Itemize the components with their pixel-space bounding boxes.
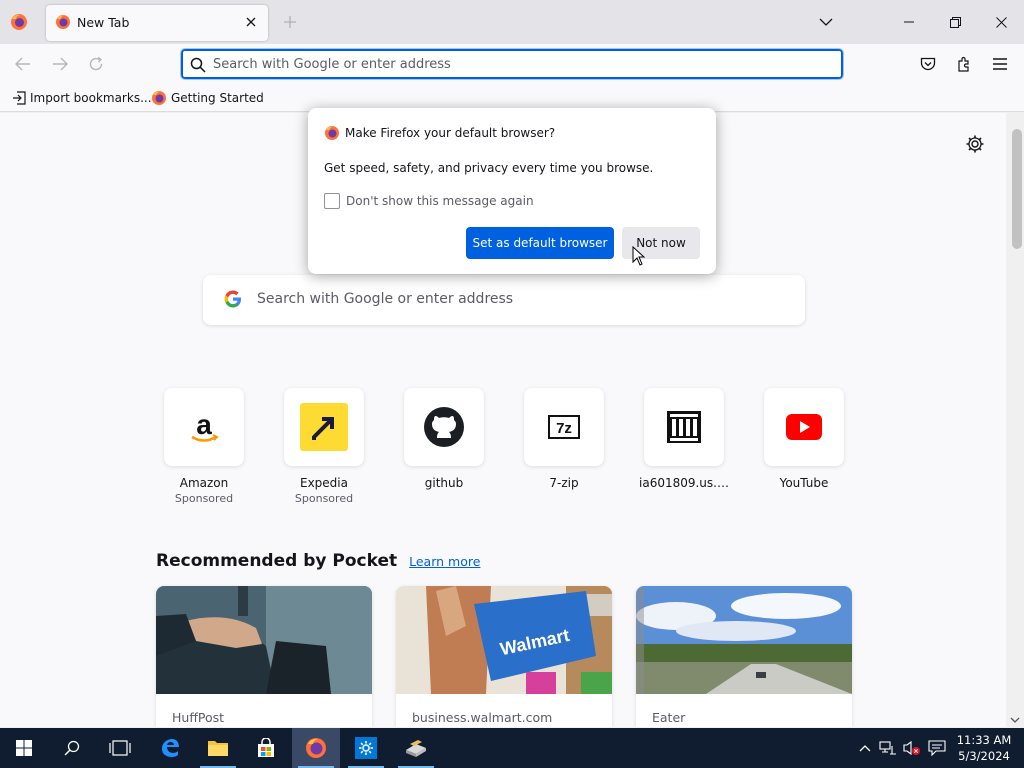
file-explorer-icon[interactable]	[194, 728, 242, 768]
newtab-search-box[interactable]: Search with Google or enter address	[203, 275, 805, 325]
google-icon	[224, 290, 241, 308]
dont-show-again-checkbox[interactable]: Don't show this message again	[324, 193, 534, 209]
checkbox-box[interactable]	[324, 193, 340, 209]
firefox-icon	[325, 126, 339, 140]
firefox-icon[interactable]	[10, 13, 28, 31]
settings-icon[interactable]	[342, 728, 390, 768]
restore-icon[interactable]	[940, 8, 970, 36]
dialog-body: Get speed, safety, and privacy every tim…	[324, 161, 654, 175]
top-site-tile[interactable]: github	[399, 388, 489, 490]
tab-new-tab[interactable]: New Tab	[46, 5, 268, 41]
address-bar[interactable]	[180, 48, 844, 80]
card-thumbnail: Walmart	[396, 586, 612, 694]
top-sites: a Amazon Sponsored Expedia Sponsored git…	[160, 388, 860, 518]
card-source: HuffPost	[172, 710, 225, 725]
top-site-label: 7-zip	[549, 476, 579, 490]
navigation-toolbar	[0, 44, 1024, 84]
bookmark-getting-started[interactable]: Getting Started	[151, 89, 264, 107]
task-view-icon[interactable]	[96, 728, 144, 768]
card-thumbnail	[156, 586, 372, 694]
firefox-icon	[56, 15, 70, 29]
top-site-label: Expedia	[300, 476, 348, 490]
top-site-tile[interactable]: Expedia Sponsored	[279, 388, 369, 505]
svg-text:7z: 7z	[556, 420, 572, 437]
top-site-label: Amazon	[179, 476, 229, 490]
chevron-down-icon[interactable]	[816, 12, 836, 32]
close-icon[interactable]	[242, 13, 260, 31]
search-icon	[190, 57, 206, 73]
scrollbar[interactable]	[1006, 113, 1024, 727]
archive-icon	[667, 411, 701, 443]
network-icon[interactable]	[878, 738, 898, 758]
chevron-down-icon[interactable]	[1010, 715, 1020, 725]
card-thumbnail	[636, 586, 852, 694]
github-icon	[424, 407, 464, 447]
scrollbar-thumb[interactable]	[1012, 129, 1022, 249]
learn-more-link[interactable]: Learn more	[409, 554, 480, 569]
windows-start-icon[interactable]	[0, 728, 48, 768]
pocket-cards: HuffPost Walmart business.walmart.com Ea…	[156, 586, 856, 727]
forward-arrow-icon[interactable]	[50, 54, 70, 74]
card-source: Eater	[652, 710, 686, 725]
svg-text:a: a	[196, 409, 212, 440]
gear-icon[interactable]	[965, 134, 985, 154]
7zip-icon: 7z	[548, 415, 580, 439]
clock-date: 5/3/2024	[958, 749, 1010, 763]
back-arrow-icon[interactable]	[13, 54, 33, 74]
pocket-heading: Recommended by Pocket	[156, 551, 398, 571]
card-source: business.walmart.com	[412, 710, 553, 725]
store-icon[interactable]	[242, 728, 290, 768]
dialog-title: Make Firefox your default browser?	[345, 126, 556, 140]
app-icon[interactable]	[392, 728, 440, 768]
reload-icon[interactable]	[86, 54, 106, 74]
top-site-label: github	[424, 476, 464, 490]
mouse-cursor-icon	[632, 246, 646, 266]
import-icon	[13, 91, 26, 105]
chevron-up-icon[interactable]	[855, 738, 875, 758]
pocket-card[interactable]: Walmart business.walmart.com	[396, 586, 612, 727]
top-site-tile[interactable]: 7z 7-zip	[519, 388, 609, 490]
bookmark-import[interactable]: Import bookmarks...	[12, 89, 152, 107]
top-site-tile[interactable]: YouTube	[759, 388, 849, 490]
tab-strip: New Tab	[0, 0, 1024, 44]
notification-icon[interactable]	[927, 738, 947, 758]
top-site-label: YouTube	[779, 476, 829, 490]
firefox-icon	[152, 91, 166, 105]
set-default-button[interactable]: Set as default browser	[466, 227, 614, 259]
tab-title: New Tab	[77, 15, 130, 30]
extensions-icon[interactable]	[954, 54, 974, 74]
bookmark-label: Import bookmarks...	[30, 91, 152, 105]
pocket-header: Recommended by Pocket Learn more	[156, 551, 480, 571]
search-icon[interactable]	[48, 728, 96, 768]
top-site-label: ia601809.us.arc...	[639, 476, 729, 490]
checkbox-label: Don't show this message again	[346, 194, 534, 208]
top-site-tile[interactable]: ia601809.us.arc...	[639, 388, 729, 490]
amazon-icon: a	[191, 409, 219, 442]
pocket-card[interactable]: HuffPost	[156, 586, 372, 727]
youtube-icon	[786, 414, 822, 440]
pocket-icon[interactable]	[918, 54, 938, 74]
hamburger-menu-icon[interactable]	[990, 54, 1010, 74]
volume-muted-icon[interactable]	[902, 738, 922, 758]
address-input[interactable]	[213, 54, 813, 74]
close-icon[interactable]	[986, 8, 1016, 36]
bookmark-label: Getting Started	[171, 91, 264, 105]
pocket-card[interactable]: Eater	[636, 586, 852, 727]
dialog-header: Make Firefox your default browser?	[324, 125, 555, 141]
top-site-tile[interactable]: a Amazon Sponsored	[159, 388, 249, 505]
sponsored-label: Sponsored	[294, 492, 354, 505]
firefox-icon[interactable]	[292, 728, 340, 768]
default-browser-dialog: Make Firefox your default browser? Get s…	[308, 108, 716, 274]
plus-icon[interactable]	[280, 12, 300, 32]
newtab-search-placeholder: Search with Google or enter address	[257, 291, 514, 307]
minimize-icon[interactable]	[894, 8, 924, 36]
taskbar-clock[interactable]: 11:33 AM 5/3/2024	[954, 732, 1014, 764]
clock-time: 11:33 AM	[956, 733, 1012, 747]
expedia-icon	[300, 403, 348, 451]
windows-taskbar: 11:33 AM 5/3/2024	[0, 728, 1024, 768]
edge-icon[interactable]	[146, 728, 194, 768]
sponsored-label: Sponsored	[174, 492, 234, 505]
